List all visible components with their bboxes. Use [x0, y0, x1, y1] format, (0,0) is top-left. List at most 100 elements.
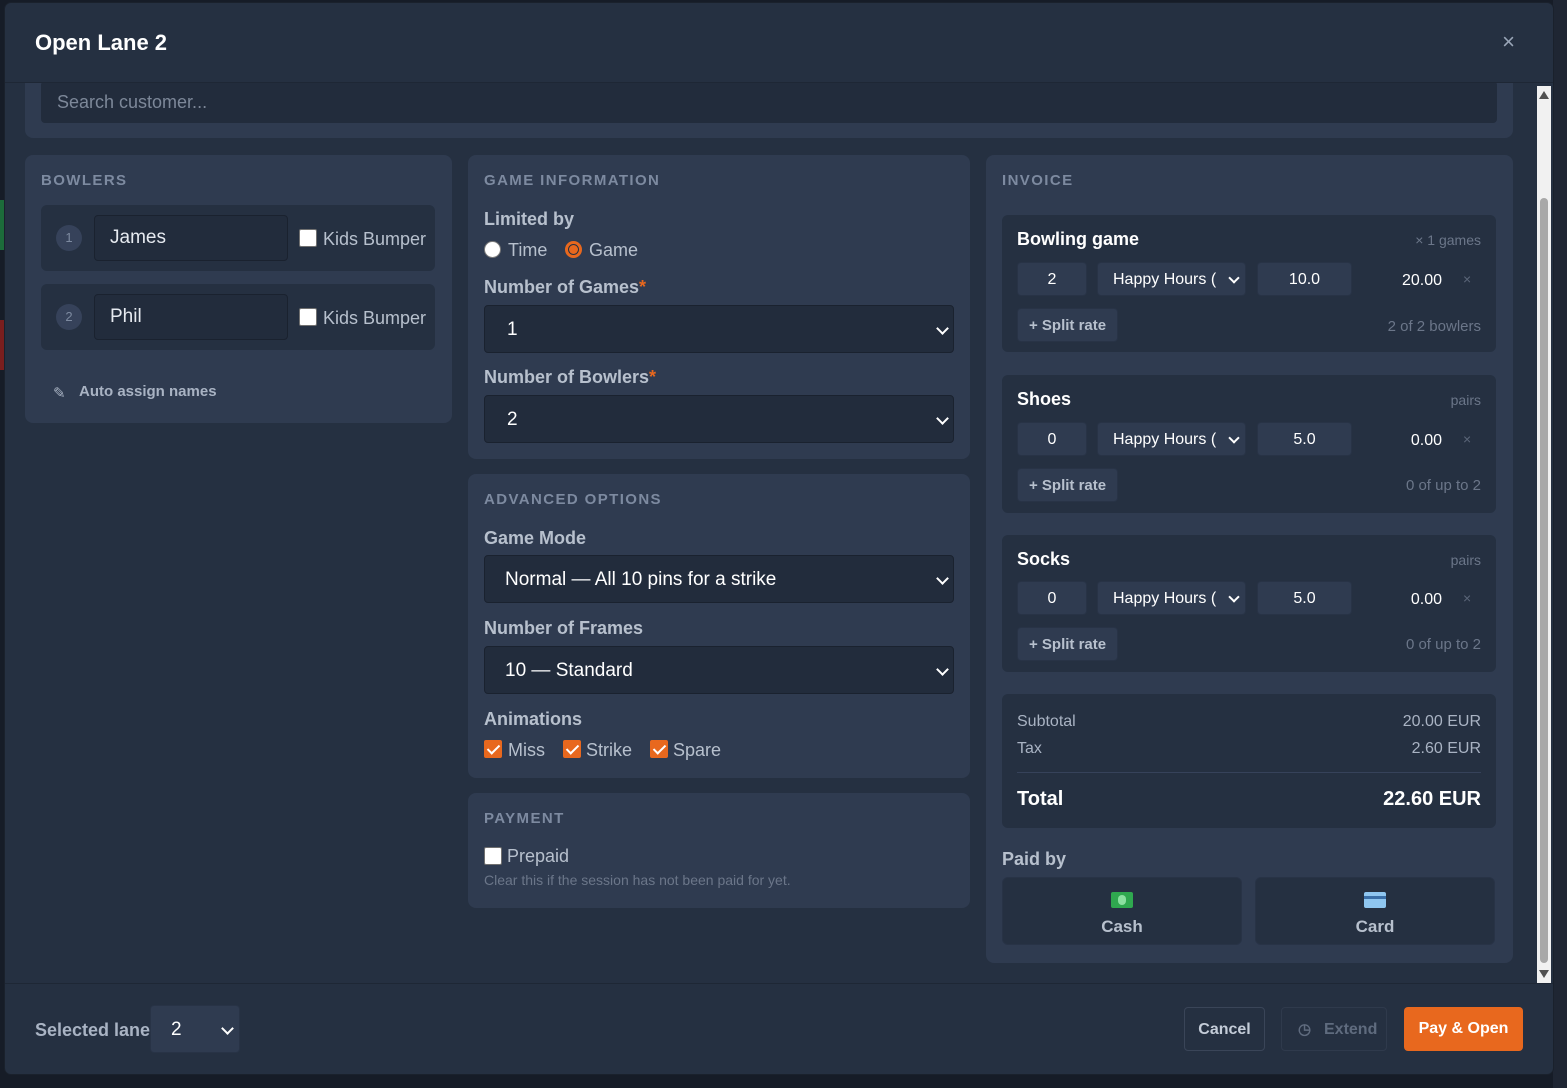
selected-lane-select[interactable]: 2	[150, 1005, 240, 1053]
tax-label: Tax	[1017, 740, 1042, 757]
modal-title: Open Lane 2	[35, 30, 168, 55]
limited-by-label: Limited by	[484, 209, 575, 229]
subtotal-row: Subtotal 20.00 EUR	[1017, 713, 1481, 731]
tax-value: 2.60 EUR	[1411, 740, 1481, 757]
modal-header: Open Lane 2 ×	[5, 3, 1553, 83]
chevron-down-icon	[936, 322, 949, 335]
split-info: 2 of 2 bowlers	[1387, 318, 1481, 335]
number-of-bowlers-select[interactable]: 2	[484, 395, 954, 443]
totals-divider	[1017, 772, 1481, 773]
scrollbar-thumb[interactable]	[1540, 198, 1548, 963]
kids-bumper-checkbox[interactable]	[299, 229, 317, 247]
remove-icon[interactable]: ×	[1463, 271, 1471, 287]
invoice-price-input[interactable]: 10.0	[1257, 262, 1352, 296]
game-information-title: GAME INFORMATION	[484, 172, 661, 189]
animation-strike-label: Strike	[586, 740, 633, 760]
modal-scrollbar[interactable]	[1537, 86, 1551, 983]
invoice-item-meta: pairs	[1450, 392, 1481, 408]
customer-search-input[interactable]	[41, 83, 1497, 123]
invoice-rate-select[interactable]: Happy Hours (	[1097, 262, 1246, 296]
pay-cash-label: Cash	[1101, 917, 1143, 936]
limited-by-game-radio[interactable]	[565, 241, 582, 258]
tax-row: Tax 2.60 EUR	[1017, 740, 1481, 758]
invoice-item-meta: pairs	[1450, 552, 1481, 568]
animation-spare-label: Spare	[673, 740, 722, 760]
invoice-item-meta: × 1 games	[1415, 232, 1481, 248]
game-mode-select[interactable]: Normal — All 10 pins for a strike	[484, 555, 954, 603]
invoice-item-socks: Socks pairs 0 Happy Hours ( 5.0 0.00 × +…	[1002, 535, 1496, 672]
modal-footer: Selected lane 2 Cancel ◷ Extend Pay & Op…	[5, 983, 1553, 1074]
card-icon-stripe	[1364, 896, 1386, 899]
limited-by-game-label: Game	[589, 240, 639, 260]
animation-miss-checkbox[interactable]	[484, 740, 502, 758]
bowler-number: 2	[56, 304, 82, 330]
scroll-down-icon[interactable]	[1539, 970, 1549, 978]
total-value: 22.60 EUR	[1383, 788, 1481, 810]
invoice-title: INVOICE	[1002, 172, 1074, 189]
animation-strike-checkbox[interactable]	[563, 740, 581, 758]
limited-by-time-label: Time	[508, 240, 548, 260]
invoice-item-amount: 20.00	[1401, 272, 1442, 289]
cancel-button[interactable]: Cancel	[1184, 1007, 1265, 1051]
subtotal-label: Subtotal	[1017, 713, 1076, 730]
bowler-row: 1 Kids Bumper	[41, 205, 435, 271]
number-of-games-label-text: Number of Games	[484, 277, 640, 297]
subtotal-value: 20.00 EUR	[1402, 713, 1481, 730]
close-icon[interactable]: ×	[1502, 29, 1515, 55]
bowler-name-input[interactable]	[94, 215, 288, 261]
invoice-item-name: Socks	[1017, 549, 1071, 569]
invoice-rate-select[interactable]: Happy Hours (	[1097, 422, 1246, 456]
modal-body[interactable]: BOWLERS 1 Kids Bumper 2 Kids Bumper ✎ Au…	[5, 83, 1553, 983]
cash-icon-coin	[1118, 895, 1126, 905]
payment-title: PAYMENT	[484, 810, 565, 827]
number-of-games-value: 1	[507, 319, 518, 340]
bowler-row: 2 Kids Bumper	[41, 284, 435, 350]
number-of-frames-value: 10 — Standard	[505, 660, 633, 681]
number-of-frames-select[interactable]: 10 — Standard	[484, 646, 954, 694]
remove-icon[interactable]: ×	[1463, 431, 1471, 447]
invoice-item-amount: 0.00	[1410, 591, 1442, 608]
kids-bumper-checkbox[interactable]	[299, 308, 317, 326]
pay-and-open-button[interactable]: Pay & Open	[1404, 1007, 1523, 1051]
open-lane-modal: Open Lane 2 × BOWLERS 1 Kids Bumper 2 Ki…	[5, 3, 1553, 1074]
chevron-down-icon	[1228, 591, 1240, 603]
bowler-name-input[interactable]	[94, 294, 288, 340]
total-row: Total 22.60 EUR	[1017, 788, 1481, 811]
split-rate-button[interactable]: + Split rate	[1017, 308, 1119, 342]
kids-bumper-label: Kids Bumper	[323, 308, 427, 328]
number-of-games-select[interactable]: 1	[484, 305, 954, 353]
pay-card-label: Card	[1355, 917, 1395, 936]
invoice-item-name: Shoes	[1017, 389, 1072, 409]
invoice-price-input[interactable]: 5.0	[1257, 422, 1352, 456]
split-rate-button[interactable]: + Split rate	[1017, 468, 1119, 502]
split-info: 0 of up to 2	[1405, 636, 1481, 653]
chevron-down-icon	[936, 663, 949, 676]
invoice-item-amount: 0.00	[1410, 432, 1442, 449]
scroll-up-icon[interactable]	[1539, 91, 1549, 99]
extend-button[interactable]: ◷ Extend	[1281, 1007, 1387, 1051]
selected-lane-value: 2	[171, 1019, 182, 1040]
kids-bumper-label: Kids Bumper	[323, 229, 427, 249]
pencil-icon: ✎	[53, 385, 66, 402]
number-of-bowlers-label-text: Number of Bowlers	[484, 367, 650, 387]
auto-assign-names-button[interactable]: Auto assign names	[79, 383, 217, 400]
invoice-qty-input[interactable]: 2	[1017, 262, 1087, 296]
invoice-rate-value: Happy Hours (	[1113, 590, 1217, 607]
remove-icon[interactable]: ×	[1463, 590, 1471, 606]
invoice-price-input[interactable]: 5.0	[1257, 581, 1352, 615]
split-rate-button[interactable]: + Split rate	[1017, 627, 1119, 661]
required-mark: *	[639, 277, 647, 297]
chevron-down-icon	[221, 1022, 234, 1035]
animation-spare-checkbox[interactable]	[650, 740, 668, 758]
pay-card-button[interactable]: Card	[1255, 877, 1495, 945]
prepaid-help-text: Clear this if the session has not been p…	[484, 872, 791, 888]
game-information-panel: GAME INFORMATION Limited by Time Game Nu…	[468, 155, 970, 459]
invoice-qty-input[interactable]: 0	[1017, 581, 1087, 615]
bowlers-panel: BOWLERS 1 Kids Bumper 2 Kids Bumper ✎ Au…	[25, 155, 452, 423]
invoice-qty-input[interactable]: 0	[1017, 422, 1087, 456]
pay-cash-button[interactable]: Cash	[1002, 877, 1242, 945]
prepaid-checkbox[interactable]	[484, 847, 502, 865]
chevron-down-icon	[936, 412, 949, 425]
invoice-rate-select[interactable]: Happy Hours (	[1097, 581, 1246, 615]
limited-by-time-radio[interactable]	[484, 241, 501, 258]
